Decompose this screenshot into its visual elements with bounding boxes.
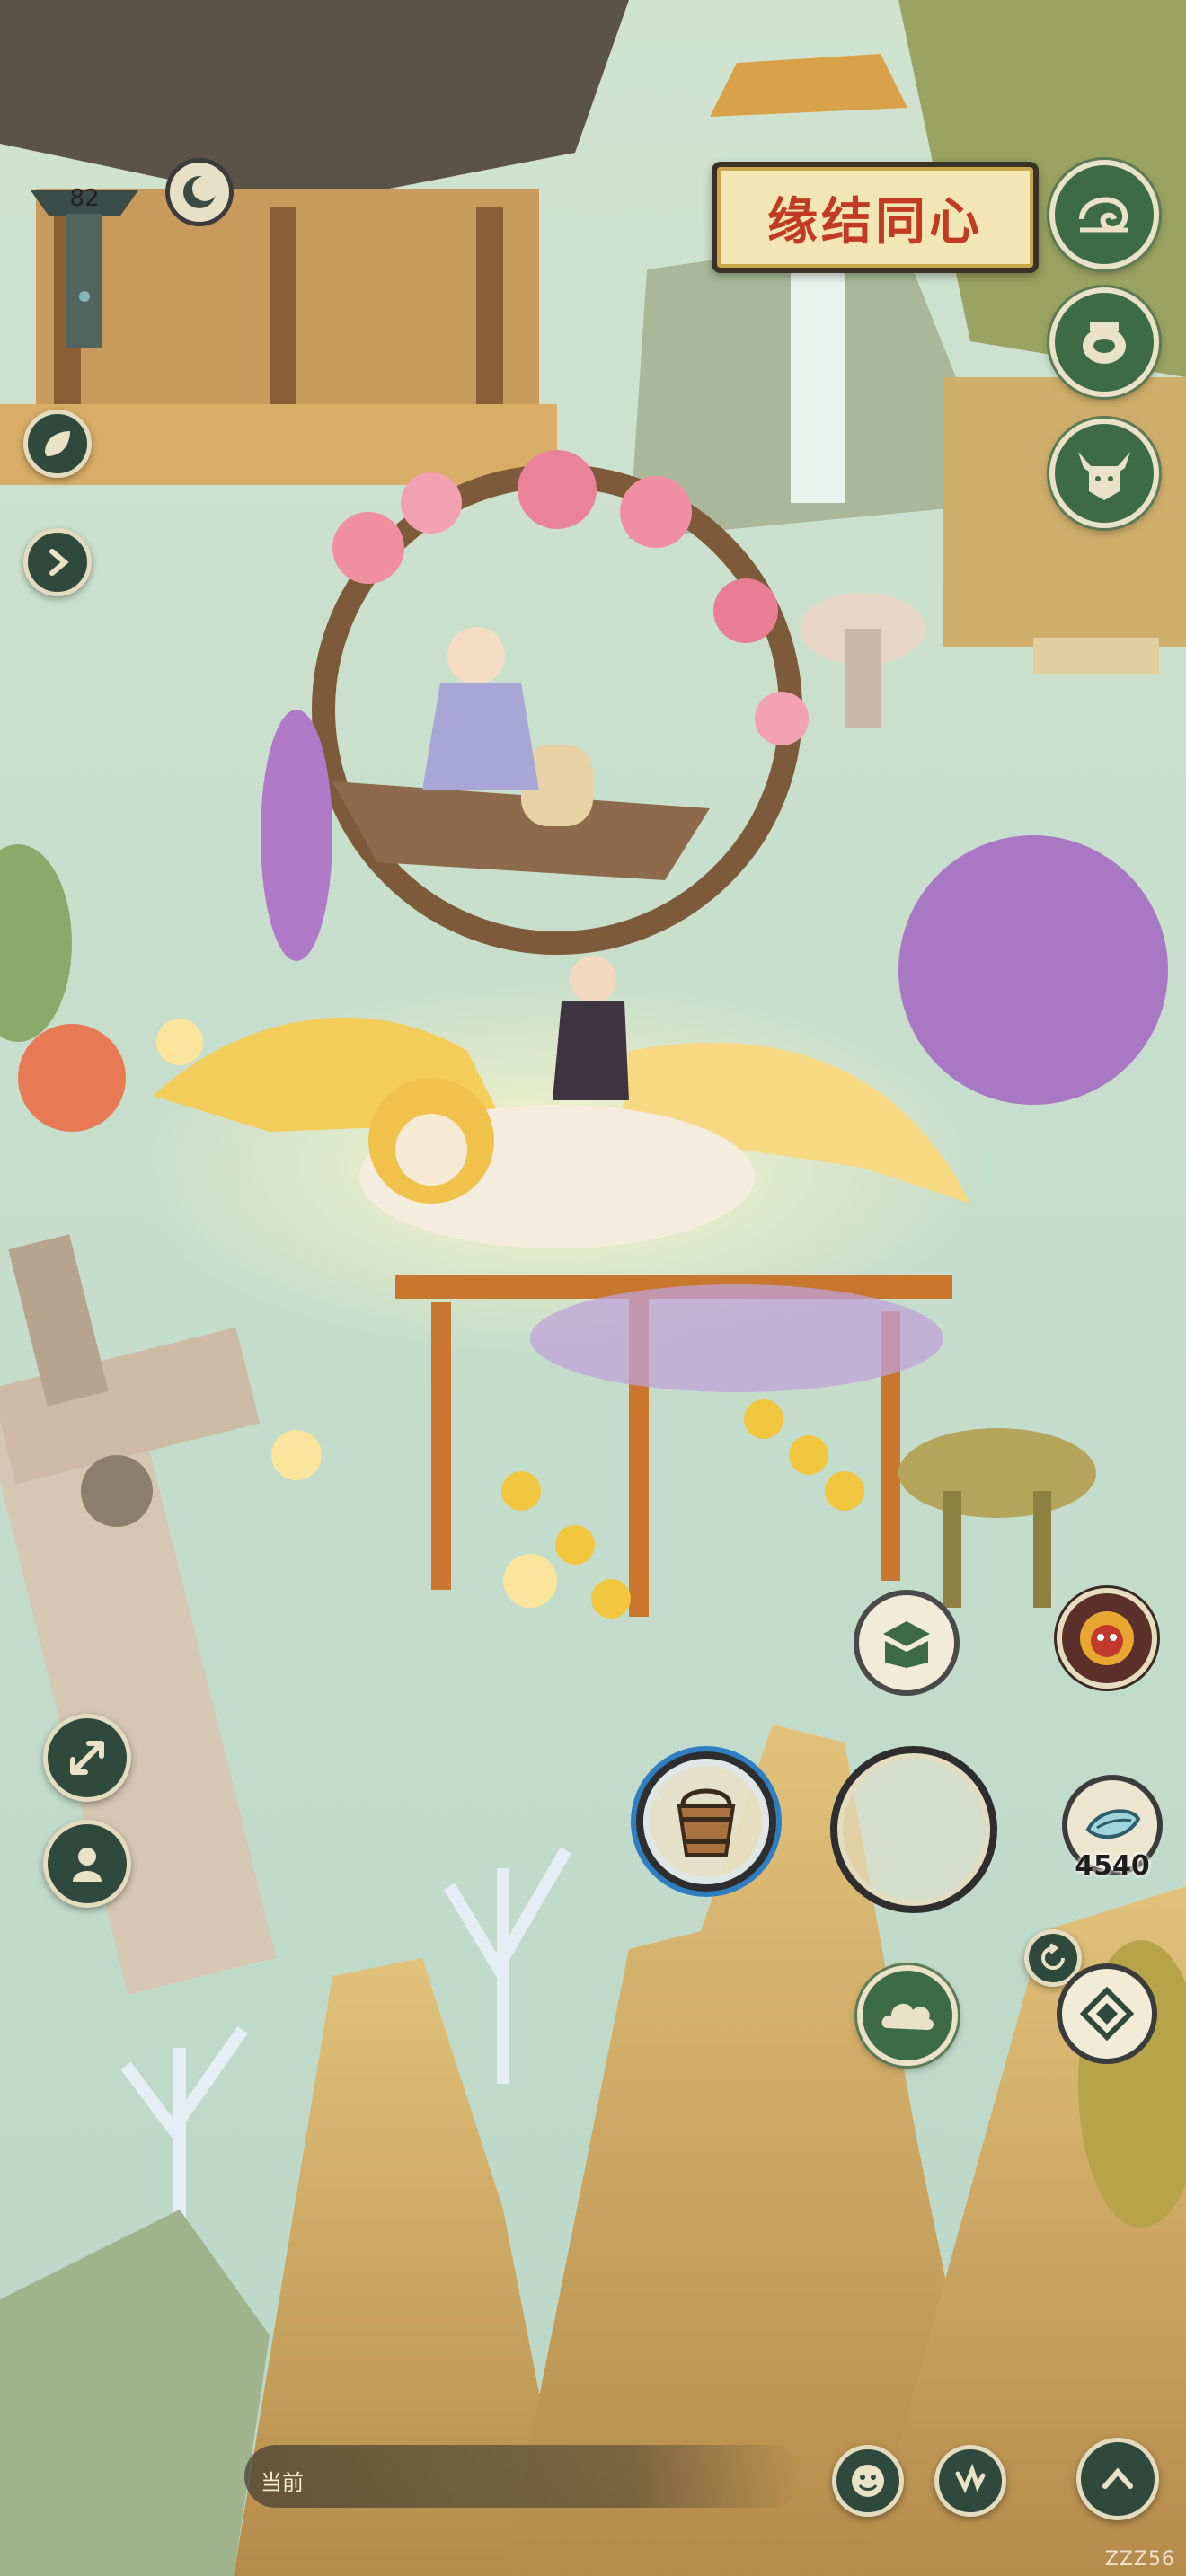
refresh-icon xyxy=(1038,1943,1068,1973)
swirl-menu-button[interactable] xyxy=(1049,160,1159,269)
ox-head-icon xyxy=(1073,445,1136,502)
pot-menu-button[interactable] xyxy=(1049,287,1159,397)
player-level: 82 xyxy=(69,185,100,212)
emote-button[interactable] xyxy=(832,2445,904,2517)
lion-mask-button[interactable] xyxy=(1057,1588,1157,1689)
moon-status-button[interactable] xyxy=(165,158,234,226)
storage-box-button[interactable] xyxy=(854,1590,960,1696)
diamond-skill-button[interactable] xyxy=(1057,1963,1157,2064)
player-level-badge[interactable]: 82 xyxy=(31,171,138,359)
event-banner-title: 缘结同心 xyxy=(767,191,983,251)
emote-icon xyxy=(848,2461,888,2501)
jade-icon xyxy=(1081,1803,1144,1848)
leaf-menu-button[interactable] xyxy=(23,410,92,478)
game-world-scene[interactable] xyxy=(0,0,1186,2576)
scroll-up-icon xyxy=(1098,2459,1137,2499)
gesture-icon xyxy=(951,2461,990,2501)
event-banner-button[interactable]: 缘结同心 xyxy=(712,162,1039,273)
scroll-up-button[interactable] xyxy=(1076,2438,1159,2520)
person-swap-icon xyxy=(64,1840,111,1887)
swirl-icon xyxy=(1073,183,1136,246)
move-arrows-icon xyxy=(64,1734,111,1781)
crescent-icon xyxy=(180,172,219,212)
switch-character-button[interactable] xyxy=(43,1820,131,1908)
leaf-icon xyxy=(40,426,75,462)
gesture-button[interactable] xyxy=(934,2445,1006,2517)
ox-menu-button[interactable] xyxy=(1049,419,1159,528)
chat-channel-label: 当前 xyxy=(261,2470,304,2495)
diamond-icon xyxy=(1080,1987,1134,2041)
jade-count: 4540 xyxy=(1075,1850,1150,1882)
expand-arrow-icon xyxy=(41,546,74,578)
bucket-tool-button[interactable] xyxy=(643,1759,769,1884)
chat-bar[interactable]: 当前 xyxy=(244,2445,801,2508)
bucket-icon xyxy=(670,1783,742,1860)
cloud-icon xyxy=(879,1994,936,2037)
pot-icon xyxy=(1075,313,1133,371)
box-icon xyxy=(878,1616,935,1670)
cloud-skill-button[interactable] xyxy=(857,1965,958,2066)
watermark: ZZZ56 xyxy=(1104,2548,1175,2571)
main-action-slot[interactable] xyxy=(830,1746,997,1913)
expand-side-button[interactable] xyxy=(23,528,92,596)
lion-mask-icon xyxy=(1075,1607,1138,1670)
move-camera-button[interactable] xyxy=(43,1714,131,1802)
